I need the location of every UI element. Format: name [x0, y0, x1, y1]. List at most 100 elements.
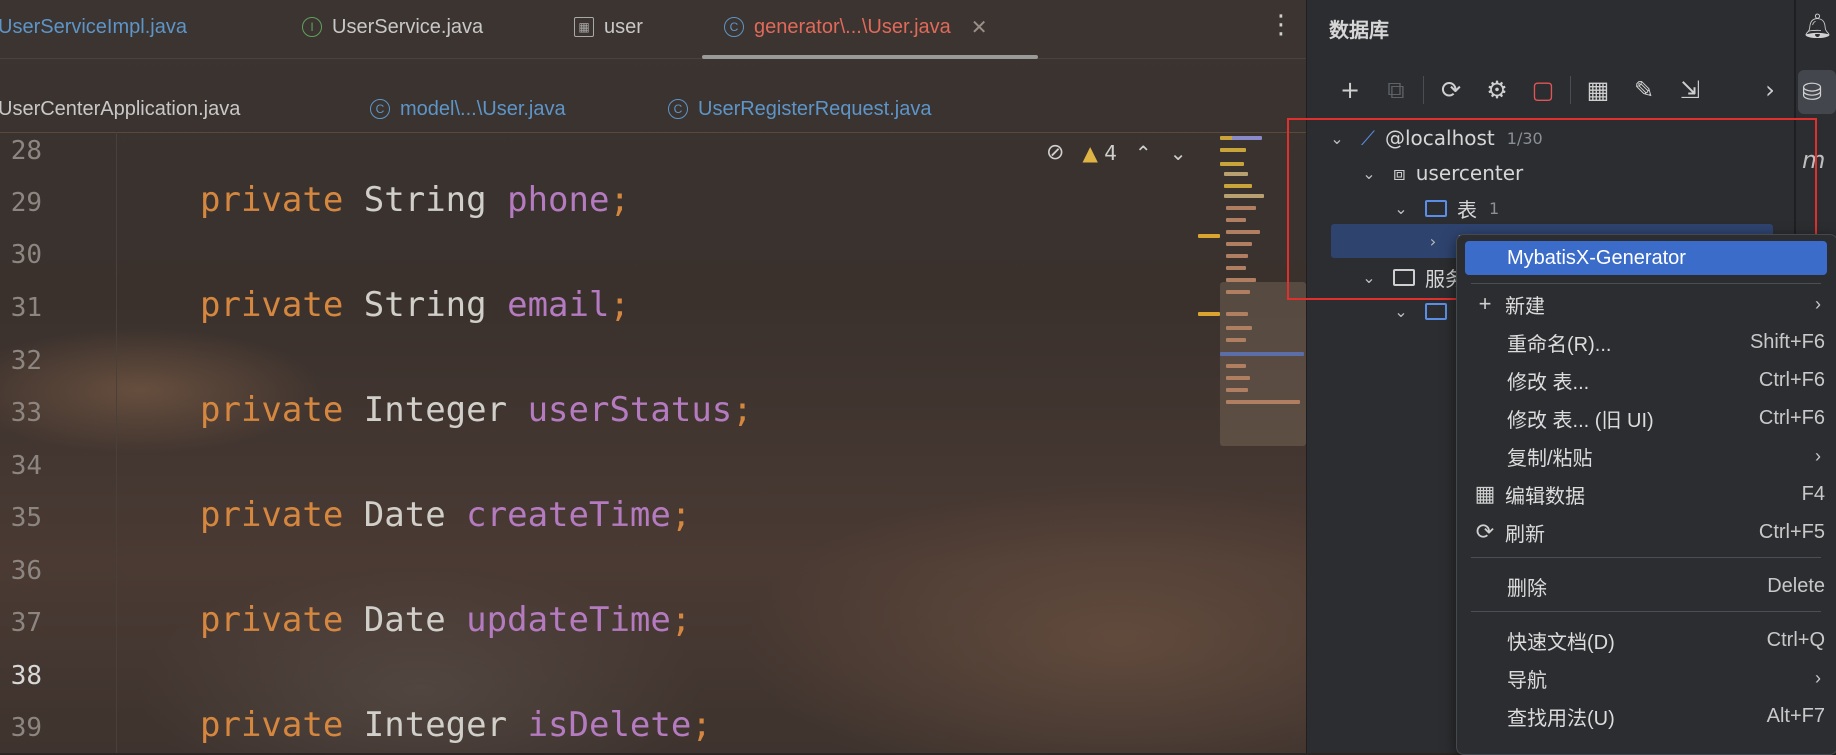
warnings-counter[interactable]: ▲ 4 [1082, 141, 1116, 165]
shortcut-label: Ctrl+Q [1766, 628, 1825, 651]
menu-item-quick-doc[interactable]: 快速文档(D) Ctrl+Q [1465, 623, 1827, 657]
inspection-widget[interactable]: ⊘ ▲ 4 ⌃ ⌄ [1046, 140, 1186, 165]
shortcut-label: Ctrl+F5 [1758, 520, 1825, 543]
table-icon: ▦ [574, 17, 594, 37]
line-number: 32 [10, 346, 42, 376]
editor-tab-bar-row2: UserCenterApplication.java C model\...\U… [0, 80, 1306, 133]
refresh-icon[interactable]: ⟳ [1428, 72, 1474, 108]
tab-userservice[interactable]: I UserService.java [302, 12, 483, 42]
notifications-icon[interactable]: 🔔︎ [1802, 12, 1832, 40]
tab-label: UserRegisterRequest.java [698, 97, 932, 120]
gutter-divider [116, 132, 117, 753]
collapse-icon[interactable]: ⇲ [1667, 72, 1713, 108]
menu-item-delete[interactable]: 删除 Delete [1465, 569, 1827, 603]
menu-item-modify-table[interactable]: 修改 表... Ctrl+F6 [1465, 363, 1827, 397]
menu-item-edit-data[interactable]: ▦ 编辑数据 F4 [1465, 477, 1827, 511]
line-number: 37 [10, 608, 42, 638]
type-name: Date [363, 600, 446, 640]
code-line[interactable]: private Date createTime; [200, 495, 691, 535]
code-editor[interactable]: UserServiceImpl.java I UserService.java … [0, 0, 1306, 753]
editor-tab-bar: UserServiceImpl.java I UserService.java … [0, 0, 1306, 59]
menu-item-find-usages[interactable]: 查找用法(U) Alt+F7 [1465, 699, 1827, 733]
tab-label: UserServiceImpl.java [0, 15, 187, 38]
menu-item-modify-table-old-ui[interactable]: 修改 表... (旧 UI) Ctrl+F6 [1465, 401, 1827, 435]
chevron-down-icon[interactable]: ⌄ [1391, 302, 1411, 321]
menu-item-rename[interactable]: 重命名(R)... Shift+F6 [1465, 325, 1827, 359]
stop-icon[interactable]: ▢ [1520, 72, 1566, 108]
line-number: 35 [10, 503, 42, 533]
add-icon[interactable]: + [1327, 72, 1373, 108]
menu-item-new[interactable]: + 新建 › [1465, 287, 1827, 321]
keyword: private [200, 390, 344, 430]
field-name: userStatus [527, 390, 733, 430]
menu-item-refresh[interactable]: ⟳ 刷新 Ctrl+F5 [1465, 515, 1827, 549]
field-name: email [507, 285, 610, 325]
chevron-right-icon: › [1815, 667, 1821, 688]
menu-item-copy-paste[interactable]: 复制/粘贴 › [1465, 439, 1827, 473]
line-number: 33 [10, 398, 42, 428]
type-name: String [363, 180, 487, 220]
edit-icon[interactable]: ✎ [1621, 72, 1667, 108]
code-line[interactable]: private String phone; [200, 180, 630, 220]
code-line[interactable]: private Integer isDelete; [200, 705, 712, 745]
chevron-up-icon[interactable]: ⌃ [1135, 141, 1152, 165]
menu-item-mybatisx-generator[interactable]: MybatisX-Generator [1465, 241, 1827, 275]
plus-icon: + [1478, 291, 1492, 316]
chevron-down-icon[interactable]: ⌄ [1170, 141, 1187, 165]
line-number-current: 38 [10, 661, 42, 691]
class-icon: C [724, 17, 744, 37]
duplicate-icon[interactable]: ⧉ [1373, 72, 1419, 108]
type-name: Integer [363, 390, 508, 430]
more-tabs-icon[interactable]: ⋮ [1268, 10, 1294, 40]
keyword: private [200, 705, 344, 745]
tab-userregisterrequest[interactable]: C UserRegisterRequest.java [668, 94, 931, 124]
code-line[interactable]: private Integer userStatus; [200, 390, 753, 430]
class-icon: C [370, 99, 390, 119]
type-name: Date [363, 495, 446, 535]
line-number: 30 [10, 240, 42, 270]
shortcut-label: Ctrl+F6 [1758, 368, 1825, 391]
code-line[interactable]: private String email; [200, 285, 630, 325]
tab-model-user[interactable]: C model\...\User.java [370, 94, 566, 124]
keyword: private [200, 285, 344, 325]
tab-userserviceimpl[interactable]: UserServiceImpl.java [0, 12, 187, 42]
keyword: private [200, 600, 344, 640]
tab-label: user [604, 15, 643, 38]
chevron-right-icon[interactable]: › [1747, 72, 1793, 108]
line-number: 34 [10, 451, 42, 481]
field-name: createTime [466, 495, 671, 535]
shortcut-label: Alt+F7 [1766, 704, 1825, 727]
tab-label: UserCenterApplication.java [0, 97, 241, 120]
line-number: 36 [10, 556, 42, 586]
gear-icon[interactable]: ⚙ [1474, 72, 1520, 108]
warning-icon: ▲ [1082, 140, 1098, 165]
database-icon[interactable]: ⛁ [1802, 78, 1822, 106]
tab-label: model\...\User.java [400, 97, 566, 120]
line-number: 39 [10, 713, 42, 743]
tab-label: UserService.java [332, 15, 484, 38]
active-tab-indicator [702, 55, 1038, 59]
database-toolbar: + ⧉ ⟳ ⚙ ▢ ▦ ✎ ⇲ › [1327, 72, 1793, 108]
eye-off-icon[interactable]: ⊘ [1046, 140, 1064, 165]
panel-title: 数据库 [1329, 18, 1389, 42]
tree-item-collapsed[interactable]: ⌄ [1391, 296, 1457, 326]
tab-generator-user[interactable]: C generator\...\User.java ✕ [724, 12, 988, 42]
tab-label: generator\...\User.java [754, 15, 951, 38]
shortcut-label: Ctrl+F6 [1758, 406, 1825, 429]
close-icon[interactable]: ✕ [971, 15, 988, 40]
chevron-right-icon: › [1815, 445, 1821, 466]
type-name: String [363, 285, 487, 325]
keyword: private [200, 495, 344, 535]
tab-usercenterapplication[interactable]: UserCenterApplication.java [0, 94, 240, 124]
class-icon: C [668, 99, 688, 119]
code-line[interactable]: private Date updateTime; [200, 600, 691, 640]
type-name: Integer [363, 705, 508, 745]
field-name: phone [507, 180, 610, 220]
tab-user-table[interactable]: ▦ user [574, 12, 643, 42]
refresh-icon: ⟳ [1475, 519, 1495, 544]
line-number: 29 [10, 188, 42, 218]
table-grid-icon[interactable]: ▦ [1575, 72, 1621, 108]
line-number: 28 [10, 136, 42, 166]
folder-icon [1425, 302, 1447, 320]
menu-item-navigate[interactable]: 导航 › [1465, 661, 1827, 695]
